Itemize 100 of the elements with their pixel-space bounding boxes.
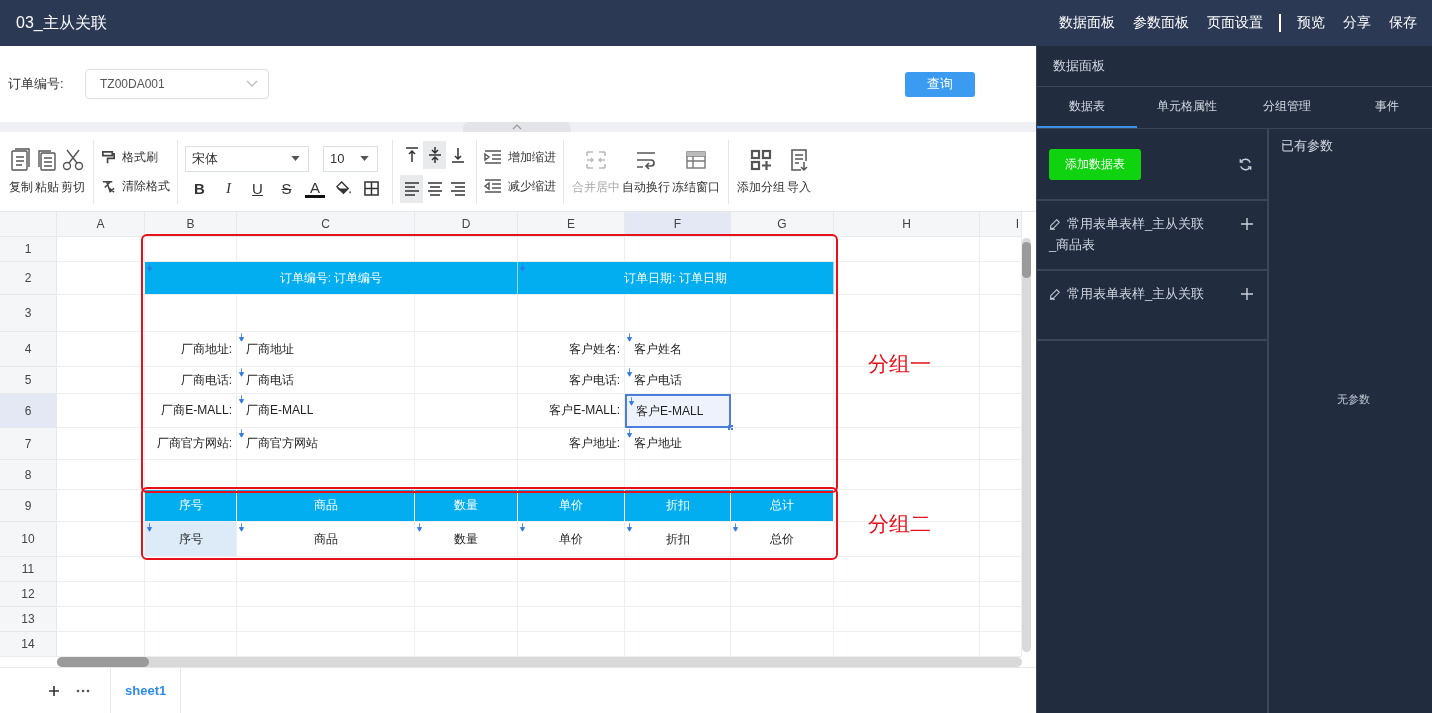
table-cell[interactable] xyxy=(834,262,980,295)
table-cell[interactable] xyxy=(834,394,980,428)
column-header[interactable]: C xyxy=(237,212,415,237)
dataset-name[interactable]: 常用表单表样_主从关联 xyxy=(1049,283,1209,304)
column-header[interactable]: D xyxy=(415,212,518,237)
table-cell[interactable]: 厂商E-MALL xyxy=(237,394,415,428)
table-cell[interactable]: 客户电话: xyxy=(518,367,625,394)
row-header[interactable]: 12 xyxy=(0,582,57,607)
select-all-corner[interactable] xyxy=(0,212,57,237)
column-header[interactable]: F xyxy=(625,212,731,237)
sheet-tab[interactable]: sheet1 xyxy=(110,668,182,713)
panel-tab[interactable]: 事件 xyxy=(1337,87,1432,128)
table-cell[interactable] xyxy=(57,332,145,367)
table-cell[interactable] xyxy=(834,428,980,460)
row-header[interactable]: 4 xyxy=(0,332,57,367)
order-number-dropdown[interactable]: TZ00DA001 xyxy=(85,69,269,99)
table-cell[interactable]: 厂商地址: xyxy=(145,332,237,367)
table-cell[interactable] xyxy=(57,367,145,394)
table-cell[interactable]: 客户姓名 xyxy=(625,332,731,367)
fill-bucket-icon[interactable] xyxy=(335,181,352,196)
table-cell[interactable]: 客户姓名: xyxy=(518,332,625,367)
bold-button[interactable]: B xyxy=(185,180,214,197)
table-cell[interactable] xyxy=(834,557,980,582)
table-cell[interactable] xyxy=(731,557,834,582)
panel-tab[interactable]: 分组管理 xyxy=(1237,87,1337,128)
font-size-dropdown[interactable]: 10 xyxy=(323,145,378,172)
column-header[interactable]: I xyxy=(980,212,1022,237)
toolbar-button[interactable]: 增加缩进 xyxy=(484,148,556,166)
menu-link[interactable]: 页面设置 xyxy=(1207,14,1263,32)
italic-button[interactable]: I xyxy=(214,180,243,197)
table-cell[interactable]: 折扣 xyxy=(625,522,731,557)
plus-icon[interactable] xyxy=(1241,218,1253,230)
table-cell[interactable]: 厂商官方网站 xyxy=(237,428,415,460)
row-header[interactable]: 3 xyxy=(0,295,57,332)
toolbar-button[interactable]: 自动换行 xyxy=(621,147,671,196)
toolbar-button[interactable]: 粘贴 xyxy=(34,147,60,196)
add-sheet-icon[interactable] xyxy=(48,684,60,697)
row-header[interactable]: 6 xyxy=(0,394,57,428)
table-cell[interactable]: 商品 xyxy=(237,522,415,557)
table-cell[interactable] xyxy=(834,295,980,332)
table-cell[interactable]: 数量 xyxy=(415,522,518,557)
row-header[interactable]: 2 xyxy=(0,262,57,295)
table-cell[interactable] xyxy=(57,460,145,490)
toolbar-button[interactable]: 导入 xyxy=(786,147,812,196)
column-header[interactable]: H xyxy=(834,212,980,237)
table-cell[interactable] xyxy=(415,557,518,582)
table-cell[interactable] xyxy=(518,557,625,582)
table-cell[interactable]: 总价 xyxy=(731,522,834,557)
table-cell[interactable] xyxy=(57,557,145,582)
pencil-icon[interactable] xyxy=(1049,218,1061,230)
table-cell[interactable]: 客户地址: xyxy=(518,428,625,460)
table-cell[interactable] xyxy=(145,295,237,332)
row-header[interactable]: 5 xyxy=(0,367,57,394)
toolbar-button[interactable]: 减少缩进 xyxy=(484,177,556,195)
row-header[interactable]: 8 xyxy=(0,460,57,490)
toolbar-button[interactable]: 清除格式 xyxy=(101,177,170,195)
table-cell[interactable]: 单价 xyxy=(518,522,625,557)
menu-link[interactable]: 预览 xyxy=(1297,14,1325,32)
align-left-icon[interactable] xyxy=(400,174,423,203)
column-header[interactable]: G xyxy=(731,212,834,237)
row-header[interactable]: 14 xyxy=(0,632,57,657)
strikethrough-button[interactable]: S xyxy=(272,180,301,197)
row-header[interactable]: 11 xyxy=(0,557,57,582)
table-cell[interactable] xyxy=(57,295,145,332)
table-cell[interactable]: 厂商E-MALL: xyxy=(145,394,237,428)
column-header[interactable]: E xyxy=(518,212,625,237)
dataset-name[interactable]: 常用表单表样_主从关联_商品表 xyxy=(1049,213,1209,255)
row-header[interactable]: 9 xyxy=(0,490,57,522)
vertical-scrollbar[interactable] xyxy=(1022,238,1031,652)
menu-link[interactable]: 参数面板 xyxy=(1133,14,1189,32)
table-cell[interactable] xyxy=(237,557,415,582)
fill-handle[interactable] xyxy=(728,425,733,430)
table-cell[interactable] xyxy=(731,367,834,394)
table-cell[interactable] xyxy=(731,295,834,332)
column-header[interactable]: B xyxy=(145,212,237,237)
table-cell[interactable]: 厂商电话: xyxy=(145,367,237,394)
table-cell[interactable]: 厂商官方网站: xyxy=(145,428,237,460)
more-icon[interactable] xyxy=(76,688,90,693)
toolbar-button[interactable]: 格式刷 xyxy=(101,148,158,166)
borders-icon[interactable] xyxy=(364,181,379,196)
row-header[interactable]: 1 xyxy=(0,237,57,262)
toolbar-button[interactable]: 复制 xyxy=(8,147,34,196)
table-cell[interactable]: 厂商地址 xyxy=(237,332,415,367)
row-header[interactable]: 13 xyxy=(0,607,57,632)
table-cell[interactable] xyxy=(625,295,731,332)
horizontal-scrollbar[interactable] xyxy=(57,657,1022,667)
table-cell[interactable] xyxy=(518,295,625,332)
font-dropdown[interactable]: 宋体 xyxy=(185,145,309,172)
menu-link[interactable]: 数据面板 xyxy=(1059,14,1115,32)
row-header[interactable]: 10 xyxy=(0,522,57,557)
table-cell[interactable] xyxy=(731,428,834,460)
toolbar-button[interactable]: 剪切 xyxy=(60,147,86,196)
pencil-icon[interactable] xyxy=(1049,288,1061,300)
table-cell[interactable] xyxy=(415,295,518,332)
table-cell[interactable] xyxy=(237,295,415,332)
column-header[interactable]: A xyxy=(57,212,145,237)
table-cell[interactable]: 厂商电话 xyxy=(237,367,415,394)
menu-link[interactable]: 分享 xyxy=(1343,14,1371,32)
table-cell[interactable]: 客户E-MALL xyxy=(625,394,731,428)
panel-tab[interactable]: 单元格属性 xyxy=(1137,87,1237,128)
